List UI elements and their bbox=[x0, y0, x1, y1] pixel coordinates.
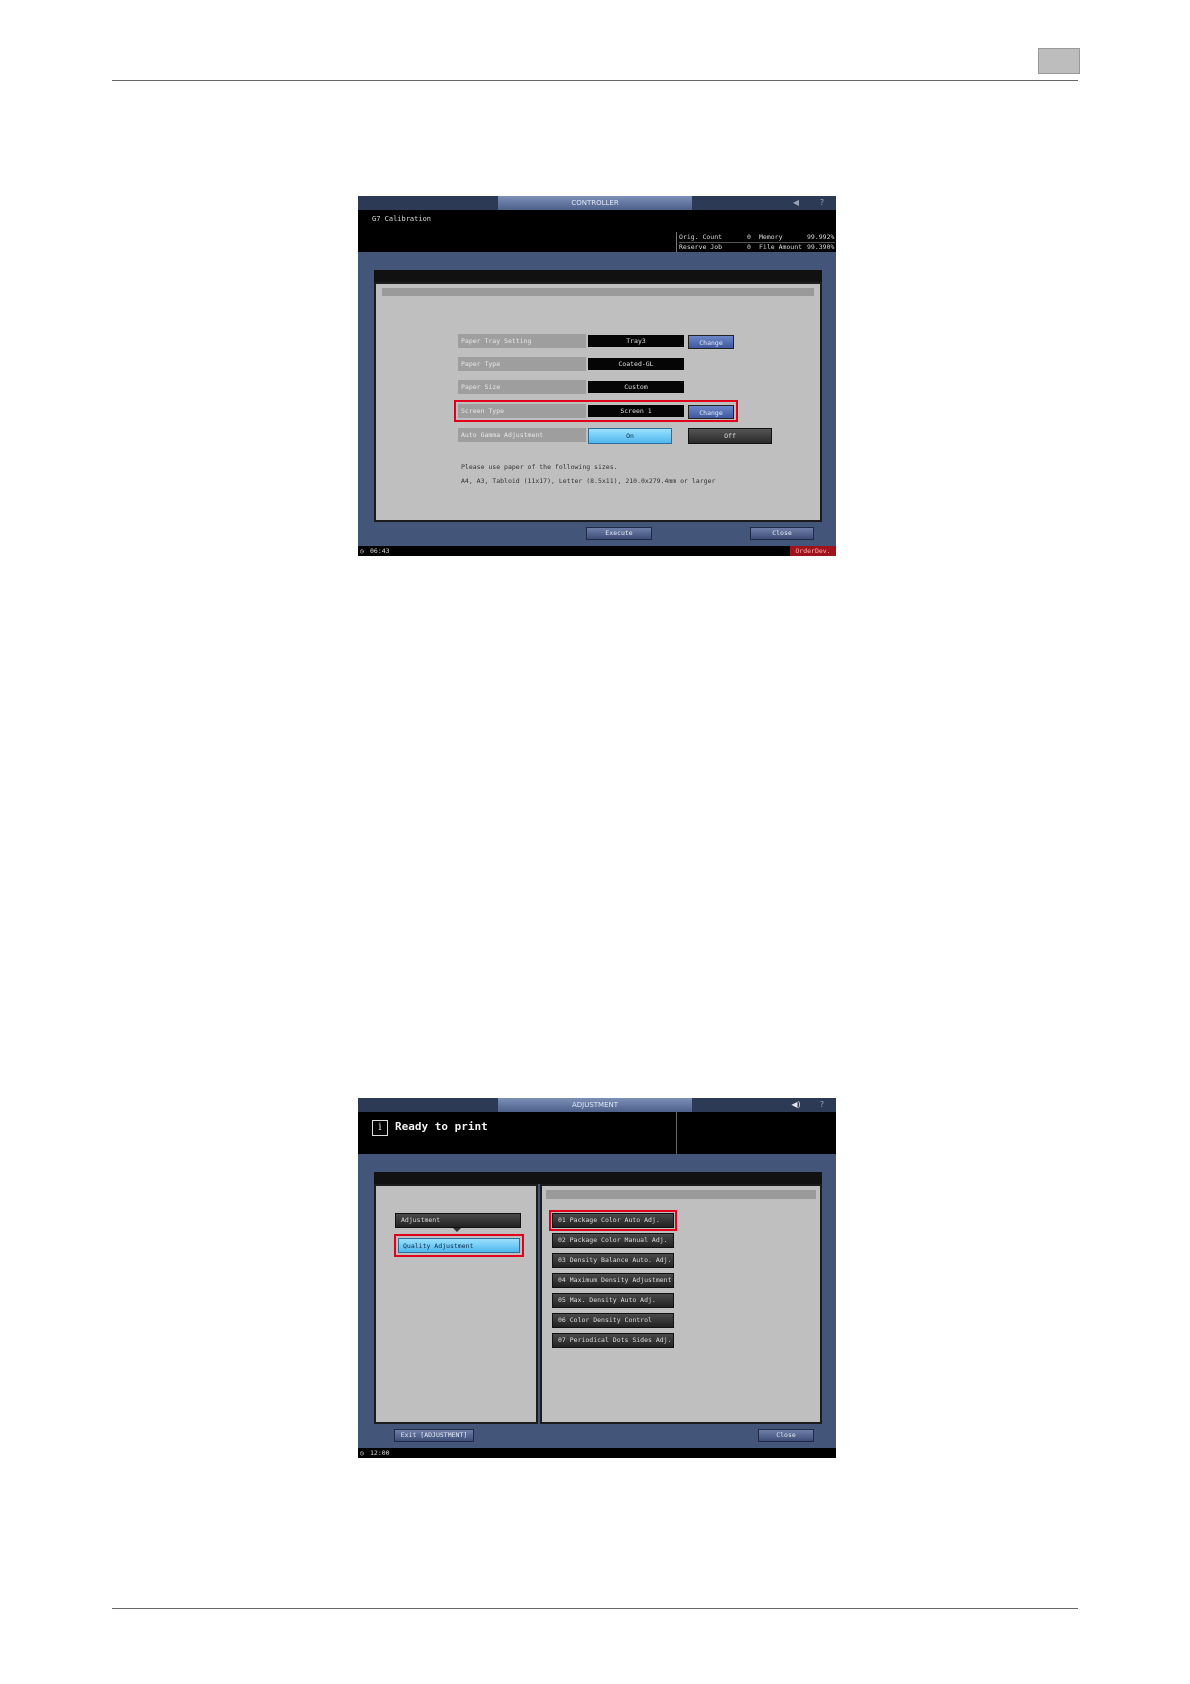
footer-rule bbox=[112, 1608, 1078, 1609]
header-rule bbox=[112, 80, 1078, 81]
help-icon[interactable]: ? bbox=[810, 1098, 834, 1112]
auto-gamma-off-button[interactable]: Off bbox=[688, 428, 772, 444]
job-stats: Orig. Count 0 Memory 99.992% Reserve Job… bbox=[676, 232, 836, 253]
clock-time: 12:00 bbox=[370, 1449, 390, 1457]
clock-icon: ◷ bbox=[360, 547, 364, 555]
paper-tray-setting-value: Tray3 bbox=[588, 335, 684, 347]
orig-count-label: Orig. Count bbox=[679, 233, 723, 241]
paper-tray-change-button[interactable]: Change bbox=[688, 335, 734, 349]
paper-size-note-line2: A4, A3, Tabloid (11x17), Letter (8.5x11)… bbox=[461, 477, 716, 485]
paper-size-value: Custom bbox=[588, 381, 684, 393]
menu-item-07[interactable]: 07 Periodical Dots Sides Adj. bbox=[552, 1333, 674, 1348]
controller-screen: CONTROLLER ◀ ? G7 Calibration Orig. Coun… bbox=[358, 196, 836, 556]
panel-title-bar bbox=[546, 1190, 816, 1199]
auto-gamma-label: Auto Gamma Adjustment bbox=[458, 428, 586, 442]
message-divider bbox=[676, 1112, 677, 1154]
reserve-job-value: 0 bbox=[747, 243, 751, 251]
status-bar: ◷ 06:43 OrderDev. bbox=[358, 546, 836, 556]
menu-item-01-highlight bbox=[549, 1210, 677, 1231]
menu-item-02[interactable]: 02 Package Color Manual Adj. bbox=[552, 1233, 674, 1248]
panel-header bbox=[374, 1172, 822, 1184]
panel-title-bar bbox=[382, 288, 814, 296]
clock-time: 06:43 bbox=[370, 547, 390, 555]
auto-gamma-on-button[interactable]: On bbox=[588, 428, 672, 444]
file-amount-value: 99.390% bbox=[807, 243, 835, 251]
paper-type-value: Coated-GL bbox=[588, 358, 684, 370]
tab-controller[interactable]: CONTROLLER bbox=[498, 196, 692, 210]
adjustment-screen: ADJUSTMENT ◀) ? i Ready to print Adjustm… bbox=[358, 1098, 836, 1458]
page-number-box bbox=[1038, 48, 1080, 74]
status-message: Ready to print bbox=[395, 1120, 488, 1133]
quality-adjustment-highlight bbox=[394, 1234, 524, 1257]
execute-button[interactable]: Execute bbox=[586, 527, 652, 540]
clock-icon: ◷ bbox=[360, 1449, 364, 1457]
panel-header bbox=[374, 270, 822, 282]
adjustment-menu-button[interactable]: Adjustment bbox=[395, 1213, 521, 1228]
help-icon[interactable]: ? bbox=[810, 196, 834, 210]
reserve-job-label: Reserve Job bbox=[679, 243, 723, 251]
close-button[interactable]: Close bbox=[758, 1429, 814, 1442]
order-dev-badge[interactable]: OrderDev. bbox=[790, 546, 836, 556]
memory-label: Memory bbox=[759, 233, 783, 241]
message-text: G7 Calibration bbox=[372, 215, 432, 223]
menu-item-04[interactable]: 04 Maximum Density Adjustment bbox=[552, 1273, 674, 1288]
chevron-down-icon bbox=[453, 1228, 461, 1232]
orig-count-value: 0 bbox=[747, 233, 751, 241]
tab-adjustment[interactable]: ADJUSTMENT bbox=[498, 1098, 692, 1112]
memory-value: 99.992% bbox=[807, 233, 835, 241]
menu-item-06[interactable]: 06 Color Density Control bbox=[552, 1313, 674, 1328]
menu-item-05[interactable]: 05 Max. Density Auto Adj. bbox=[552, 1293, 674, 1308]
speaker-icon[interactable]: ◀) bbox=[784, 1098, 808, 1112]
exit-adjustment-button[interactable]: Exit [ADJUSTMENT] bbox=[394, 1429, 474, 1442]
file-amount-label: File Amount bbox=[759, 243, 803, 251]
paper-size-note-line1: Please use paper of the following sizes. bbox=[461, 463, 618, 471]
paper-size-label: Paper Size bbox=[458, 380, 586, 394]
paper-tray-setting-label: Paper Tray Setting bbox=[458, 334, 586, 348]
info-icon: i bbox=[372, 1120, 388, 1136]
status-bar: ◷ 12:00 bbox=[358, 1448, 836, 1458]
paper-type-label: Paper Type bbox=[458, 357, 586, 371]
screen-type-highlight bbox=[454, 400, 738, 422]
menu-item-03[interactable]: 03 Density Balance Auto. Adj. bbox=[552, 1253, 674, 1268]
close-button[interactable]: Close bbox=[750, 527, 814, 540]
speaker-icon[interactable]: ◀ bbox=[784, 196, 808, 210]
message-area: i Ready to print bbox=[358, 1112, 836, 1154]
